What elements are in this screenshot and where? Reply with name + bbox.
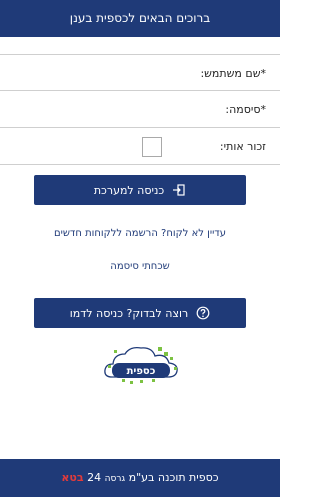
login-button-label: כניסה למערכת — [93, 183, 165, 197]
remember-me-label: זכור אותי: — [219, 140, 266, 153]
password-field[interactable]: *סיסמה: — [0, 91, 280, 128]
footer-version-label: גרסה — [104, 474, 126, 484]
kaspit-cloud-logo: כספית — [100, 343, 182, 391]
login-page: ברוכים הבאים לכספית בענן *שם משתמש: *סיס… — [0, 0, 280, 497]
demo-button[interactable]: רוצה לבדוק? כניסה לדמו — [34, 298, 246, 328]
logo-text: כספית — [127, 366, 156, 377]
remember-me-row: זכור אותי: — [0, 128, 280, 165]
page-title: ברוכים הבאים לכספית בענן — [69, 11, 211, 25]
footer-beta-badge: בטא — [61, 471, 84, 484]
demo-button-label: רוצה לבדוק? כניסה לדמו — [69, 306, 189, 320]
page-footer: כספית תוכנה בע"מ גרסה 24 בטא — [0, 459, 280, 497]
page-header: ברוכים הבאים לכספית בענן — [0, 0, 280, 37]
footer-company: כספית תוכנה בע"מ — [128, 471, 219, 484]
username-field[interactable]: *שם משתמש: — [0, 54, 280, 91]
register-link[interactable]: עדיין לא לקוח? הרשמה ללקוחות חדשים — [0, 228, 280, 239]
password-label: *סיסמה: — [225, 103, 266, 116]
username-label: *שם משתמש: — [200, 67, 266, 80]
remember-me-checkbox[interactable] — [142, 137, 162, 157]
footer-version-number: 24 — [87, 471, 102, 484]
question-circle-icon — [196, 306, 210, 320]
forgot-password-link[interactable]: שכחתי סיסמה — [0, 261, 280, 272]
sign-in-icon — [172, 183, 186, 197]
login-button[interactable]: כניסה למערכת — [34, 175, 246, 205]
